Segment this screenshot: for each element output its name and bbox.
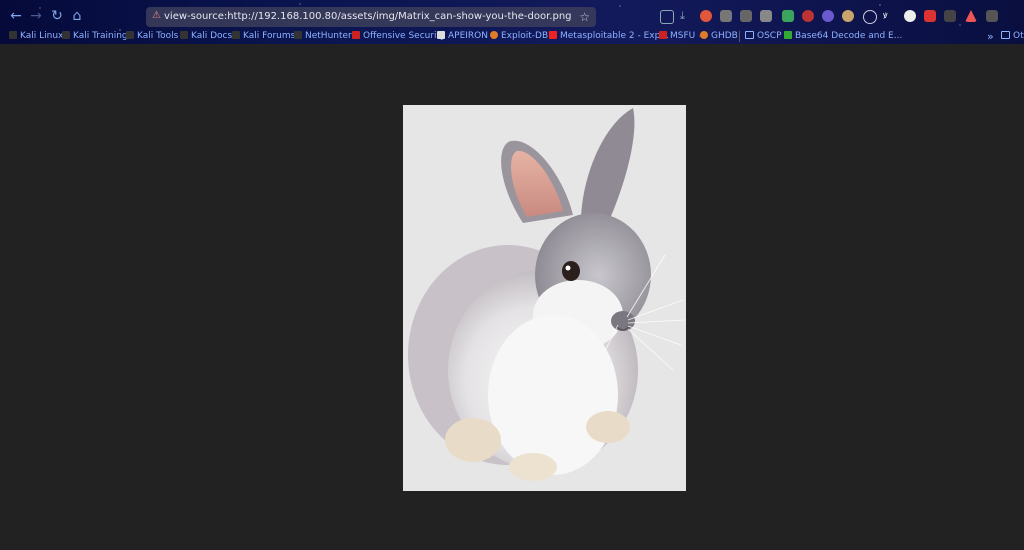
bookmark-folder[interactable]: Ot	[1001, 29, 1024, 44]
offsec-icon	[659, 31, 667, 39]
exploitdb-icon	[490, 31, 498, 39]
extension-icon[interactable]	[924, 10, 936, 22]
extension-icon[interactable]	[863, 10, 877, 24]
kali-icon	[232, 31, 240, 39]
bookmark-item[interactable]: GHDB	[700, 29, 738, 44]
extension-icon[interactable]	[720, 10, 732, 22]
extension-icon[interactable]	[904, 10, 916, 22]
bookmark-item[interactable]: NetHunter	[294, 29, 352, 44]
extension-icon[interactable]	[740, 10, 752, 22]
youtube-icon	[549, 31, 557, 39]
extension-icon[interactable]: ꝟ	[883, 10, 895, 22]
bookmark-item[interactable]: Kali Forums	[232, 29, 295, 44]
url-text[interactable]: view-source:http://192.168.100.80/assets…	[164, 7, 572, 27]
bookmark-item[interactable]: APEIRON	[437, 29, 488, 44]
bookmarks-toolbar: Kali Linux Kali Training Kali Tools Kali…	[0, 29, 1024, 44]
kali-icon	[126, 31, 134, 39]
bookmark-item[interactable]: Kali Training	[62, 29, 128, 44]
bookmark-item[interactable]: Offensive Security	[352, 29, 445, 44]
extension-icon[interactable]	[802, 10, 814, 22]
kali-icon	[9, 31, 17, 39]
home-icon[interactable]: ⌂	[67, 6, 87, 26]
bookmark-folder[interactable]: OSCP	[745, 29, 782, 44]
bookmark-item[interactable]: Kali Linux	[9, 29, 63, 44]
page-icon	[437, 31, 445, 39]
extension-icon[interactable]	[944, 10, 956, 22]
offsec-icon	[352, 31, 360, 39]
downloads-icon[interactable]: ⤓	[680, 10, 692, 22]
bookmarks-overflow-button[interactable]: »	[987, 29, 994, 44]
kali-icon	[180, 31, 188, 39]
forward-arrow-icon[interactable]: →	[26, 6, 46, 26]
bookmark-item[interactable]: Base64 Decode and E...	[784, 29, 902, 44]
bookmark-item[interactable]: Kali Docs	[180, 29, 232, 44]
b64-icon	[784, 31, 792, 39]
reload-icon[interactable]: ↻	[47, 6, 67, 26]
navigation-toolbar: ← → ↻ ⌂ ⚠ view-source:http://192.168.100…	[0, 4, 1024, 28]
extension-icon[interactable]	[760, 10, 772, 22]
shield-extension-icon[interactable]	[782, 10, 794, 22]
folder-icon	[745, 31, 754, 39]
browser-chrome: ← → ↻ ⌂ ⚠ view-source:http://192.168.100…	[0, 0, 1024, 44]
bookmark-item[interactable]: Kali Tools	[126, 29, 178, 44]
kali-icon	[62, 31, 70, 39]
exploitdb-icon	[700, 31, 708, 39]
bookmark-item[interactable]: MSFU	[659, 29, 695, 44]
rabbit-illustration	[408, 108, 686, 481]
bookmark-item[interactable]: Metasploitable 2 - Exp...	[549, 29, 669, 44]
page-content	[0, 44, 1024, 550]
extension-icon[interactable]	[986, 10, 998, 22]
bookmark-separator	[739, 31, 740, 42]
kali-icon	[294, 31, 302, 39]
extension-icon[interactable]	[965, 10, 977, 22]
extension-icon[interactable]	[822, 10, 834, 22]
bookmark-star-icon[interactable]: ☆	[579, 7, 590, 27]
folder-icon	[1001, 31, 1010, 39]
back-arrow-icon[interactable]: ←	[6, 6, 26, 26]
address-bar[interactable]: ⚠ view-source:http://192.168.100.80/asse…	[146, 7, 596, 27]
insecure-lock-icon[interactable]: ⚠	[152, 10, 162, 22]
bookmark-item[interactable]: Exploit-DB	[490, 29, 548, 44]
cookie-icon[interactable]	[842, 10, 854, 22]
pocket-icon[interactable]	[660, 10, 674, 24]
ublock-icon[interactable]	[700, 10, 712, 22]
rabbit-image[interactable]	[403, 105, 686, 491]
